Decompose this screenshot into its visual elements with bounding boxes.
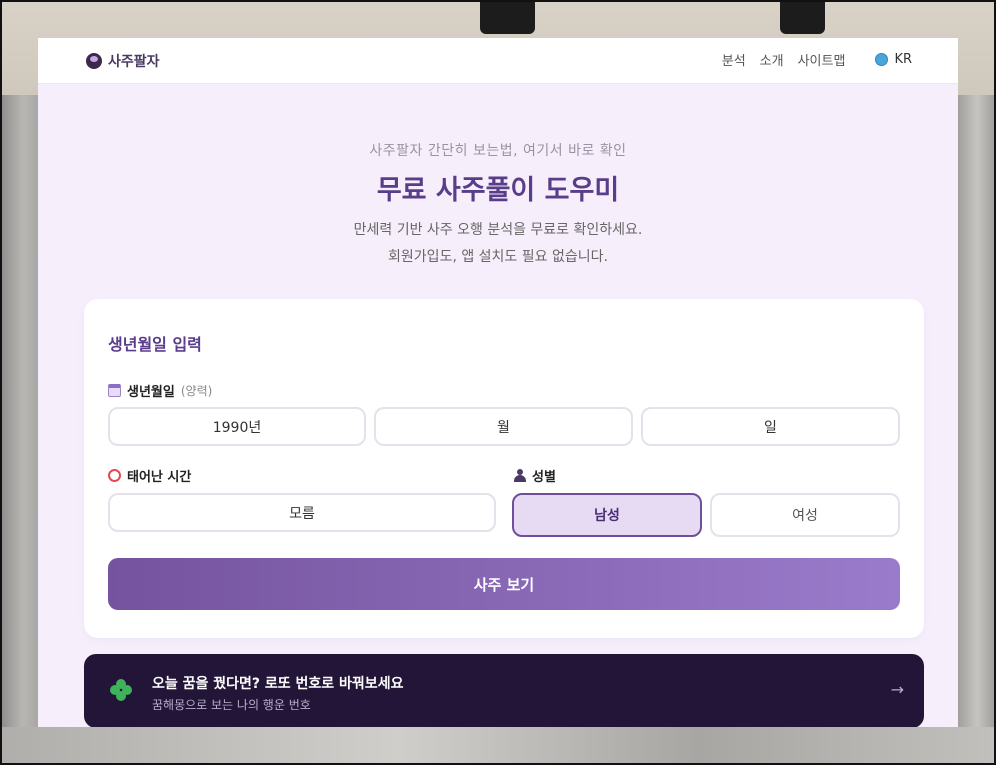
background-photo [0,95,38,765]
view-saju-button[interactable]: 사주 보기 [108,558,900,610]
birth-time-select[interactable]: 모름 [108,493,496,532]
alarm-clock-icon [108,469,121,482]
birth-form-card: 생년월일 입력 생년월일 (양력) 1990년 월 일 태어난 시간 모름 성별… [84,299,924,638]
promo-title: 오늘 꿈을 꿨다면? 로또 번호로 바꿔보세요 [152,676,404,692]
four-leaf-clover-icon [110,679,132,701]
birth-year-select[interactable]: 1990년 [108,407,366,446]
background-photo [780,0,825,34]
language-selector[interactable]: KR [875,52,912,67]
gender-female-button[interactable]: 여성 [710,493,900,537]
background-photo [0,727,996,765]
birth-day-value: 일 [764,419,777,436]
birth-time-label: 태어난 시간 [108,466,191,485]
gender-male-label: 남성 [594,508,620,524]
page-container: 사주팔자 분석 소개 사이트맵 KR 사주팔자 간단히 보는법, 여기서 바로 … [38,38,958,727]
hero-subtitle: 사주팔자 간단히 보는법, 여기서 바로 확인 [369,143,627,159]
nav-link-sitemap[interactable]: 사이트맵 [798,50,846,69]
birth-time-value: 모름 [289,505,315,522]
gender-label-text: 성별 [532,470,556,485]
gender-female-label: 여성 [792,508,818,524]
hero-section: 사주팔자 간단히 보는법, 여기서 바로 확인 무료 사주풀이 도우미 만세력 … [38,140,958,271]
brand-name: 사주팔자 [108,54,160,70]
hero-description-line: 만세력 기반 사주 오행 분석을 무료로 확인하세요. [353,222,643,238]
crystal-ball-icon [86,53,102,69]
nav-link-analysis[interactable]: 분석 [722,50,746,69]
birth-date-label-text: 생년월일 [127,385,175,400]
globe-icon [875,53,889,66]
background-photo [480,0,535,34]
lotto-promo-banner[interactable]: 오늘 꿈을 꿨다면? 로또 번호로 바꿔보세요 꿈해몽으로 보는 나의 행운 번… [84,654,924,727]
nav-link-about[interactable]: 소개 [760,50,784,69]
brand-logo[interactable]: 사주팔자 [86,51,160,71]
person-icon [514,469,526,482]
form-title: 생년월일 입력 [108,335,202,354]
background-photo [958,95,996,765]
promo-subtitle: 꿈해몽으로 보는 나의 행운 번호 [152,698,311,712]
gender-male-button[interactable]: 남성 [512,493,702,537]
top-nav: 사주팔자 분석 소개 사이트맵 KR [38,38,958,84]
hero-description: 만세력 기반 사주 오행 분석을 무료로 확인하세요. 회원가입도, 앱 설치도… [38,217,958,271]
view-saju-label: 사주 보기 [473,575,535,594]
page-title: 무료 사주풀이 도우미 [376,175,620,206]
birth-date-label: 생년월일 (양력) [108,381,212,400]
birth-year-value: 1990년 [212,419,262,436]
birth-month-value: 월 [497,419,510,436]
hero-description-line: 회원가입도, 앱 설치도 필요 없습니다. [388,249,608,265]
birth-time-label-text: 태어난 시간 [127,470,192,485]
calendar-type-hint: (양력) [180,384,213,398]
language-label: KR [894,52,912,67]
birth-day-select[interactable]: 일 [641,407,900,446]
arrow-right-icon[interactable]: → [891,680,904,699]
calendar-icon [108,384,121,397]
gender-label: 성별 [514,466,556,485]
birth-month-select[interactable]: 월 [374,407,633,446]
nav-links: 분석 소개 사이트맵 KR [722,50,912,69]
